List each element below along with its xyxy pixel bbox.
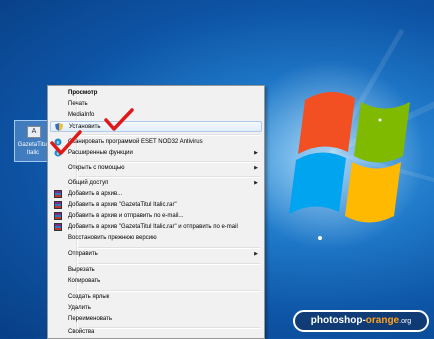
winrar-icon: [54, 212, 62, 220]
annotation-check-icon: [104, 108, 134, 131]
menu-item-share[interactable]: Общий доступ ▶: [50, 178, 262, 189]
submenu-arrow-icon: ▶: [254, 150, 258, 156]
logo-green-pane: [354, 102, 410, 163]
submenu-arrow-icon: ▶: [254, 165, 258, 171]
menu-item-archive-email[interactable]: Добавить в архив и отправить по e-mail..…: [50, 211, 262, 222]
menu-item-open-with[interactable]: Открыть с помощью ▶: [50, 163, 262, 174]
logo-red-pane: [298, 91, 355, 154]
winrar-icon: [54, 223, 62, 231]
menu-item-delete[interactable]: Удалить: [50, 303, 262, 314]
menu-item-rename[interactable]: Переименовать: [50, 314, 262, 325]
logo-yellow-pane: [345, 162, 401, 223]
menu-item-add-archive[interactable]: Добавить в архив...: [50, 189, 262, 200]
menu-item-cut[interactable]: Вырезать: [50, 265, 262, 276]
menu-item-print[interactable]: Печать: [50, 99, 262, 110]
menu-item-send-to[interactable]: Отправить ▶: [50, 249, 262, 260]
submenu-arrow-icon: ▶: [254, 251, 258, 257]
menu-separator: [78, 134, 260, 136]
menu-item-create-shortcut[interactable]: Создать ярлык: [50, 292, 262, 303]
logo-blue-pane: [289, 152, 346, 214]
context-menu: Просмотр Печать MediaInfo Установить e С…: [47, 85, 265, 339]
site-watermark: photoshop-orange.org: [293, 310, 429, 332]
font-file-icon: A: [27, 126, 41, 138]
menu-item-add-archive-named[interactable]: Добавить в архив "GazetaTitul Italic.rar…: [50, 200, 262, 211]
menu-item-archive-named-email[interactable]: Добавить в архив "GazetaTitul Italic.rar…: [50, 222, 262, 233]
menu-item-properties[interactable]: Свойства: [50, 328, 262, 337]
annotation-check-icon: [50, 130, 82, 155]
winrar-icon: [54, 201, 62, 209]
winrar-icon: [54, 190, 62, 198]
menu-item-restore-version[interactable]: Восстановить прежнюю версию: [50, 233, 262, 244]
menu-item-mediainfo[interactable]: MediaInfo: [50, 110, 262, 121]
submenu-arrow-icon: ▶: [254, 180, 258, 186]
windows-logo: [260, 60, 425, 250]
desktop-icon-label: GazetaTitul Italic: [17, 142, 49, 156]
menu-item-copy[interactable]: Копировать: [50, 276, 262, 287]
menu-item-preview[interactable]: Просмотр: [50, 88, 262, 99]
